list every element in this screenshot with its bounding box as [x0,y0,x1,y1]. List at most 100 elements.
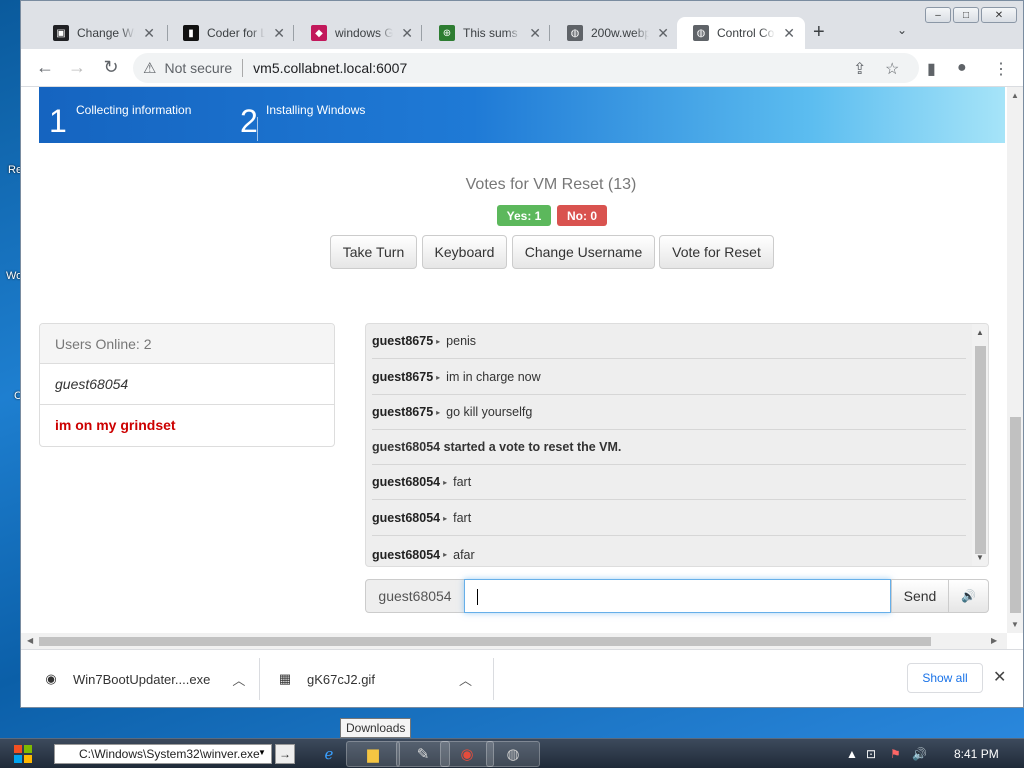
app-icon[interactable]: ◍ [486,741,540,767]
dropdown-arrow-icon[interactable]: ▼ [258,748,266,757]
user-list-item[interactable]: im on my grindset [40,405,334,446]
profile-icon[interactable]: ● [957,59,967,77]
tab-title: Coder for Life [207,26,265,40]
step-number: 2 [240,103,258,139]
close-downloads-icon[interactable]: ✕ [993,667,1006,687]
chat-text: fart [453,475,472,489]
arrow-right-icon: ▸ [443,513,448,523]
tab-favicon-icon: ◍ [567,25,583,41]
chat-username: guest68054 [372,475,441,489]
tab-active[interactable]: ◍ Control Collab ✕ [677,17,805,49]
chevron-up-icon[interactable]: ︿ [232,670,245,689]
close-tab-icon[interactable]: ✕ [143,25,155,42]
browser-window: ▣ Change Windows ✕ ▮ Coder for Life ✕ ◆ … [20,0,1024,708]
close-tab-icon[interactable]: ✕ [401,25,413,42]
tab-title: windows GIF [335,26,394,40]
clock[interactable]: 8:41 PM [954,747,999,761]
arrow-right-icon: ▸ [443,550,448,559]
address-bar[interactable]: ⚠ Not secure vm5.collabnet.local:6007 [133,53,919,83]
new-tab-button[interactable]: + [813,21,825,44]
reload-icon[interactable]: ↻ [99,57,123,78]
menu-icon[interactable]: ⋮ [993,59,1009,79]
warning-icon[interactable]: ⚠ [143,59,156,77]
scroll-up-icon[interactable]: ▲ [976,328,984,337]
close-window-button[interactable]: ✕ [981,7,1017,23]
close-tab-icon[interactable]: ✕ [529,25,541,42]
scroll-down-icon[interactable]: ▼ [976,553,984,562]
tab[interactable]: ▣ Change Windows ✕ [37,17,165,49]
downloads-tooltip: Downloads [340,718,412,738]
close-tab-icon[interactable]: ✕ [783,25,795,42]
close-tab-icon[interactable]: ✕ [273,25,285,42]
chevron-up-icon[interactable]: ︿ [459,670,472,689]
scroll-up-icon[interactable]: ▲ [1011,91,1019,100]
tab-favicon-icon: ⊕ [439,25,455,41]
step-label: Collecting information [76,103,192,117]
volume-icon[interactable]: 🔊 [912,747,927,761]
scroll-left-icon[interactable]: ◀ [27,636,33,645]
file-explorer-icon[interactable]: ▆ [346,741,400,767]
show-hidden-icons-icon[interactable]: ▲ [846,747,858,761]
chat-text: im in charge now [446,370,541,384]
step-number: 1 [49,103,67,139]
keyboard-button[interactable]: Keyboard [422,235,507,269]
chat-username: guest68054 [372,511,441,525]
vm-screen[interactable]: 1 Collecting information 2 Installing Wi… [39,87,1005,143]
users-online-header: Users Online: 2 [40,324,334,364]
arrow-right-icon: ▸ [436,372,441,382]
tab-title: Change Windows [77,26,135,40]
chat-message: guest8675 ▸ im in charge now [372,360,966,395]
close-tab-icon[interactable]: ✕ [657,25,669,42]
image-file-icon: ▦ [278,671,292,686]
change-username-button[interactable]: Change Username [512,235,655,269]
tab[interactable]: ◍ 200w.webp ✕ [551,17,679,49]
tab[interactable]: ⊕ This sums up ✕ [423,17,551,49]
browser-toolbar: ← → ↻ ⚠ Not secure vm5.collabnet.local:6… [21,49,1023,87]
download-item[interactable]: ◉ Win7BootUpdater....exe ︿ [43,650,245,707]
arrow-right-icon: ▸ [436,407,441,417]
arrow-right-icon: ▸ [443,477,448,487]
tab[interactable]: ▮ Coder for Life ✕ [167,17,295,49]
download-item[interactable]: ▦ gK67cJ2.gif ︿ [277,650,472,707]
chat-scrollbar[interactable]: ▲ ▼ [972,324,988,566]
chat-message: guest8675 ▸ penis [372,324,966,359]
show-all-downloads-button[interactable]: Show all [907,663,983,693]
start-button[interactable] [14,745,32,763]
scroll-thumb[interactable] [1010,417,1021,613]
share-icon[interactable]: ⇪ [853,59,866,79]
scroll-thumb[interactable] [975,346,986,554]
minimize-button[interactable]: – [925,7,951,23]
scroll-down-icon[interactable]: ▼ [1011,620,1019,629]
downloads-bar: ◉ Win7BootUpdater....exe ︿ ▦ gK67cJ2.gif… [21,649,1023,707]
send-button[interactable]: Send [891,579,949,613]
chat-username: guest8675 [372,370,434,384]
chat-username: guest68054 [372,547,441,562]
page-content: 1 Collecting information 2 Installing Wi… [21,87,1007,633]
chat-username-label: guest68054 [365,579,465,613]
network-icon[interactable]: ⊡ [866,747,876,761]
chat-text: guest68054 started a vote to reset the V… [372,440,622,454]
bookmark-star-icon[interactable]: ☆ [885,59,899,79]
vote-reset-button[interactable]: Vote for Reset [659,235,774,269]
tab[interactable]: ◆ windows GIF ✕ [295,17,423,49]
page-vertical-scrollbar[interactable]: ▲ ▼ [1007,87,1023,633]
chat-message-input[interactable] [464,579,891,613]
tab-search-icon[interactable]: ⌄ [897,23,907,37]
side-panel-icon[interactable]: ▮ [927,59,936,79]
maximize-button[interactable]: □ [953,7,979,23]
speaker-icon[interactable]: 🔊 [948,579,989,613]
back-icon[interactable]: ← [33,57,57,78]
votes-title: Votes for VM Reset (13) [465,176,637,193]
scroll-right-icon[interactable]: ▶ [991,636,997,645]
go-arrow-icon[interactable]: → [275,744,295,764]
run-address-input[interactable]: C:\Windows\System32\winver.exe [54,744,272,764]
tab-title: This sums up [463,26,521,40]
action-center-flag-icon[interactable]: ⚑ [890,747,901,761]
take-turn-button[interactable]: Take Turn [330,235,417,269]
chat-log[interactable]: guest8675 ▸ penis guest8675 ▸ im in charge n… [365,323,989,567]
chat-message: guest68054 ▸ fart [372,501,966,536]
forward-icon[interactable]: → [65,57,89,78]
page-horizontal-scrollbar[interactable]: ◀ ▶ [21,633,1007,649]
user-list-item[interactable]: guest68054 [40,364,334,405]
scroll-thumb[interactable] [39,637,931,646]
